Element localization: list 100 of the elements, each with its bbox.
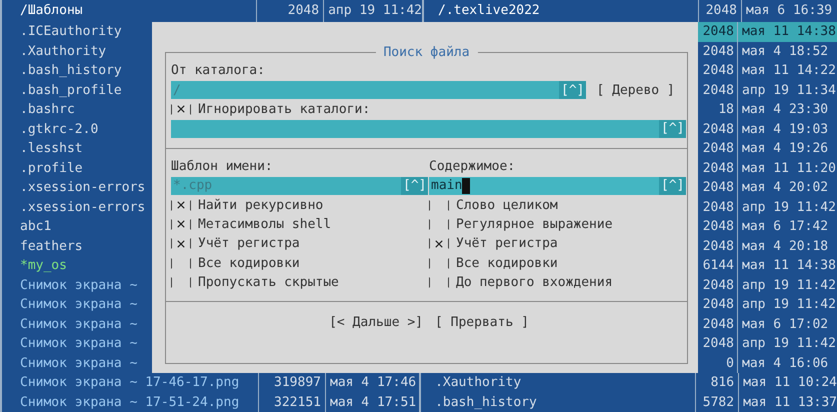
file-row[interactable]: 6144 мая 11 14:38 [698, 256, 837, 276]
file-name[interactable]: .lesshst [2, 141, 83, 156]
file-size: 2048 [698, 80, 738, 100]
checkbox[interactable] [429, 200, 449, 211]
file-date: мая 4 17:51 [329, 394, 418, 412]
file-row[interactable]: 2048 мая 11 14:22 [698, 61, 837, 80]
file-size: 2048 [698, 236, 738, 256]
file-row[interactable]: 2048 мая 4 19:03 [698, 120, 837, 139]
field-label: Шаблон имени: [171, 158, 273, 174]
checkbox[interactable] [429, 277, 449, 288]
file-name[interactable]: .Xauthority [2, 44, 106, 58]
file-date: мая 4 23:30 [741, 101, 828, 119]
file-date: мая 4 16:06 [741, 354, 828, 372]
file-date: апр 19 11:34 [741, 82, 836, 100]
file-row[interactable]: 2048 апр 19 11:42 [698, 276, 837, 295]
file-name[interactable]: Снимок экрана ~ [2, 356, 138, 370]
file-name[interactable]: *my_os [2, 258, 67, 273]
file-row[interactable]: 0 мая 4 16:06 [698, 354, 837, 373]
field-label: От каталога: [171, 63, 265, 78]
field-label: Содержимое: [429, 158, 516, 174]
checkbox[interactable] [171, 238, 191, 250]
file-row[interactable]: 2048 мая 4 20:02 [698, 178, 837, 198]
file-row[interactable]: 2048 мая 6 17:02 [698, 314, 837, 334]
file-size: 5782 [695, 392, 740, 412]
file-row[interactable]: 2048 мая 4 19:26 [698, 139, 837, 158]
checkbox-label: Игнорировать каталоги: [198, 102, 370, 117]
checkbox-label: Все кодировки [456, 256, 558, 271]
cross-mark-icon [177, 201, 185, 210]
file-row[interactable]: 2048 мая 6 17:42 [698, 217, 837, 236]
file-size: 0 [698, 354, 738, 373]
file-date: мая 4 20:02 [741, 179, 828, 197]
file-row[interactable]: 2048 мая 4 18:52 [698, 42, 837, 61]
file-date: апр 19 11:42 [741, 335, 836, 353]
checkbox[interactable] [429, 218, 449, 230]
file-row[interactable]: 2048 мая 11 11:20 [698, 158, 837, 178]
checkbox[interactable] [429, 258, 449, 269]
file-name[interactable]: .ICEauthority [2, 24, 122, 39]
file-row[interactable]: 2048 апр 19 11:42 [698, 198, 837, 217]
file-name[interactable]: .xsession-errors [2, 180, 146, 195]
file-size: 2048 [698, 120, 738, 139]
file-date: апр 19 11:42 [741, 276, 836, 294]
checkbox-label: Пропускать скрытые [198, 275, 339, 290]
file-size: 2048 [698, 178, 738, 198]
file-name[interactable]: Снимок экрана ~ [2, 336, 138, 351]
file-size: 2048 [698, 42, 738, 61]
checkbox[interactable] [171, 200, 191, 211]
file-name[interactable]: abc1 [2, 219, 52, 234]
file-size: 2048 [698, 139, 738, 158]
input-field[interactable]: main [429, 176, 659, 195]
file-size: 2048 [698, 158, 738, 178]
file-name[interactable]: Снимок экрана ~ 17-46-17.png [2, 373, 258, 392]
file-name[interactable]: Снимок экрана ~ 17-51-24.png [2, 392, 258, 412]
file-name[interactable]: .bash_history [421, 392, 696, 412]
text-cursor [462, 178, 470, 194]
file-name[interactable]: Снимок экрана ~ [2, 316, 138, 332]
panel-path: /Шаблоны [19, 2, 84, 20]
file-size: 319897 [258, 373, 326, 392]
file-size: 2048 [698, 22, 738, 42]
file-name[interactable]: Снимок экрана ~ [2, 297, 138, 312]
checkbox[interactable] [171, 277, 191, 288]
file-name[interactable]: Снимок экрана ~ [2, 278, 138, 292]
file-name[interactable]: .bash_profile [2, 82, 122, 98]
cross-mark-icon [177, 240, 185, 248]
checkbox-label: Найти рекурсивно [198, 198, 324, 213]
checkbox-label: Учёт регистра [456, 236, 558, 252]
file-row[interactable]: 18 мая 4 23:30 [698, 100, 837, 120]
checkbox-label: До первого вхождения [456, 275, 613, 290]
file-date: мая 11 10:24 [742, 374, 837, 392]
file-size: 2048 [698, 198, 738, 217]
file-name[interactable]: .xsession-errors [2, 200, 146, 214]
file-name[interactable]: .gtkrc-2.0 [2, 122, 98, 136]
dialog-button[interactable]: [< Дальше >] [325, 315, 427, 330]
file-row[interactable]: 2048 апр 19 11:42 [698, 334, 837, 354]
file-name[interactable]: .bashrc [2, 102, 75, 117]
file-date: мая 4 19:26 [741, 140, 828, 158]
file-date: мая 11 14:38 [741, 257, 836, 275]
file-row[interactable]: 2048 мая 11 14:38 [698, 22, 837, 42]
file-date: мая 4 17:46 [329, 374, 418, 392]
file-date: мая 4 20:18 [741, 238, 828, 256]
checkbox-label: Регулярное выражение [456, 216, 613, 232]
file-name[interactable]: .profile [2, 160, 83, 176]
checkbox[interactable] [171, 104, 191, 115]
file-name[interactable]: .Xauthority [421, 373, 696, 392]
file-name[interactable]: feathers [2, 238, 83, 254]
tree-button[interactable]: [ Дерево ] [592, 82, 679, 98]
file-row[interactable]: 2048 мая 4 20:18 [698, 236, 837, 256]
checkbox[interactable] [171, 258, 191, 269]
file-name[interactable]: .bash_history [2, 63, 122, 78]
file-row[interactable]: 2048 апр 19 11:34 [698, 80, 837, 100]
input-field[interactable] [171, 120, 659, 138]
file-date: мая 6 16:39 [745, 2, 834, 20]
file-date: мая 11 13:37 [742, 394, 837, 412]
checkbox[interactable] [429, 238, 449, 250]
dialog-button[interactable]: [ Прервать ] [431, 315, 533, 330]
checkbox[interactable] [171, 218, 191, 230]
file-row[interactable]: 2048 апр 19 11:42 [698, 295, 837, 314]
file-size: 6144 [698, 256, 738, 276]
file-date: мая 6 17:42 [741, 218, 828, 236]
file-date: мая 6 17:02 [741, 316, 828, 334]
cross-mark-icon [177, 220, 185, 228]
